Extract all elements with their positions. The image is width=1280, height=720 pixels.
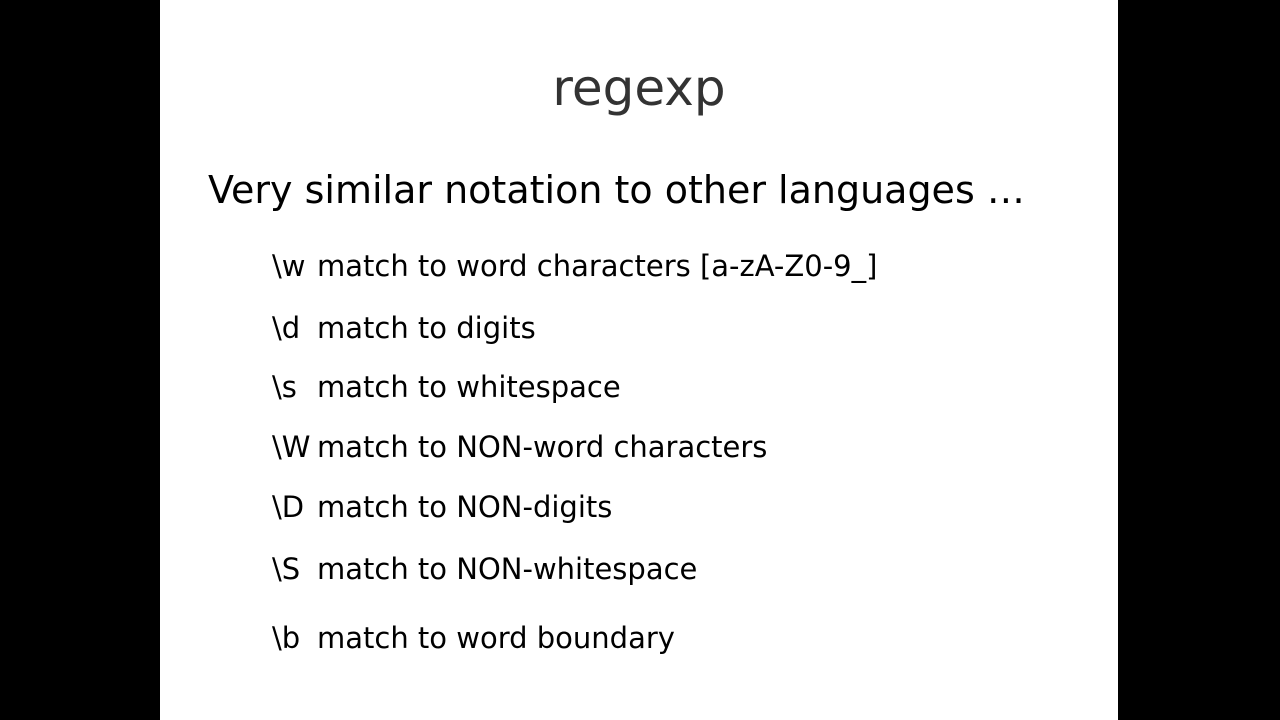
list-item: \s match to whitespace: [272, 369, 621, 405]
regex-description: match to whitespace: [317, 370, 621, 404]
regex-code: \W: [272, 430, 311, 464]
list-item: \W match to NON-word characters: [272, 429, 767, 465]
regex-code: \b: [272, 621, 301, 655]
list-item: \S match to NON-whitespace: [272, 551, 697, 587]
slide: regexp Very similar notation to other la…: [160, 0, 1118, 720]
regex-description: match to word characters [a-zA-Z0-9_]: [317, 249, 878, 283]
regex-description: match to NON-digits: [317, 490, 613, 524]
regex-code: \w: [272, 249, 306, 283]
slide-subtitle: Very similar notation to other languages…: [208, 168, 1025, 212]
list-item: \w match to word characters [a-zA-Z0-9_]: [272, 248, 877, 284]
regex-description: match to word boundary: [317, 621, 675, 655]
list-item: \d match to digits: [272, 310, 536, 346]
regex-description: match to NON-whitespace: [317, 552, 698, 586]
regex-description: match to digits: [317, 311, 536, 345]
list-item: \b match to word boundary: [272, 620, 675, 656]
list-item: \D match to NON-digits: [272, 489, 612, 525]
regex-code: \S: [272, 552, 301, 586]
regex-code: \d: [272, 311, 301, 345]
regex-code: \D: [272, 490, 305, 524]
slide-title: regexp: [552, 59, 726, 117]
regex-description: match to NON-word characters: [317, 430, 768, 464]
regex-code: \s: [272, 370, 297, 404]
